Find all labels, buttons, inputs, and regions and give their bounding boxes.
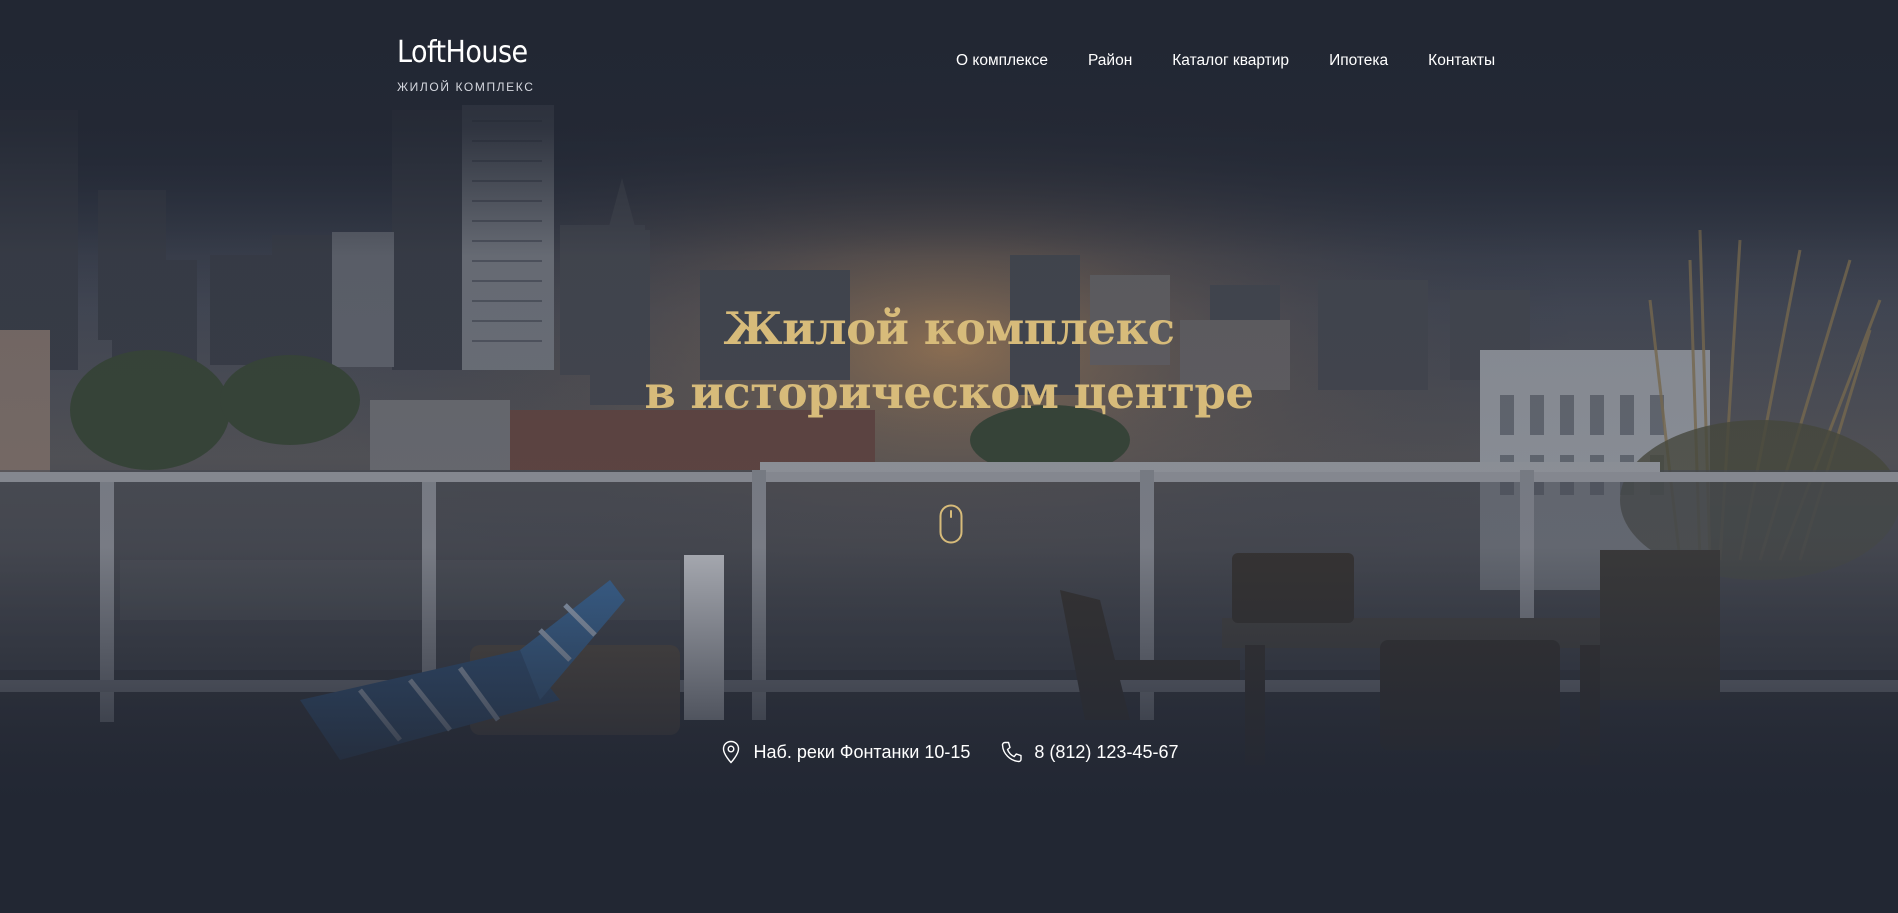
hero-title-line-2: в историческом центре xyxy=(644,366,1254,419)
logo-title: LoftHouse xyxy=(397,35,528,70)
nav-item-mortgage[interactable]: Ипотека xyxy=(1329,52,1388,70)
location-pin-icon xyxy=(720,740,742,764)
hero-section: LoftHouse ЖИЛОЙ КОМПЛЕКС О комплексе Рай… xyxy=(0,0,1898,913)
logo[interactable]: LoftHouse ЖИЛОЙ КОМПЛЕКС xyxy=(397,35,535,95)
nav-item-contacts[interactable]: Контакты xyxy=(1428,52,1495,70)
address-text: Наб. реки Фонтанки 10-15 xyxy=(753,741,971,762)
main-nav: О комплексе Район Каталог квартир Ипотек… xyxy=(956,52,1495,70)
site-header: LoftHouse ЖИЛОЙ КОМПЛЕКС О комплексе Рай… xyxy=(0,0,1898,110)
hero-background-image xyxy=(0,0,1898,913)
address: Наб. реки Фонтанки 10-15 xyxy=(720,740,971,764)
mouse-icon[interactable] xyxy=(939,504,963,544)
nav-item-catalog[interactable]: Каталог квартир xyxy=(1172,52,1289,70)
phone-icon xyxy=(1000,740,1023,764)
phone-text[interactable]: 8 (812) 123-45-67 xyxy=(1034,742,1178,763)
hero-contacts: Наб. реки Фонтанки 10-15 8 (812) 123-45-… xyxy=(0,740,1898,764)
phone[interactable]: 8 (812) 123-45-67 xyxy=(1000,740,1178,764)
hero-title-line-1: Жилой комплекс xyxy=(723,302,1176,355)
nav-item-district[interactable]: Район xyxy=(1088,52,1132,70)
nav-item-about[interactable]: О комплексе xyxy=(956,52,1048,70)
logo-tagline: ЖИЛОЙ КОМПЛЕКС xyxy=(397,80,535,94)
hero-title: Жилой комплекс в историческом центре xyxy=(0,297,1898,425)
